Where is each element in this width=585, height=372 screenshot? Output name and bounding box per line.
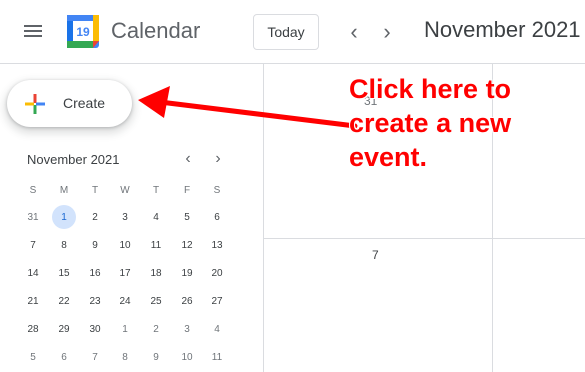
mini-calendar-day[interactable]: 8 (52, 233, 76, 257)
mini-calendar-title: November 2021 (27, 152, 120, 167)
mini-calendar-day[interactable]: 22 (52, 289, 76, 313)
mini-calendar-day[interactable]: 16 (83, 261, 107, 285)
weekday-label: S (213, 184, 221, 196)
chevron-left-icon[interactable]: ‹ (344, 20, 364, 44)
mini-calendar-day[interactable]: 24 (113, 289, 137, 313)
plus-icon (25, 94, 45, 114)
mini-calendar-day[interactable]: 2 (144, 317, 168, 341)
annotation-callout: Click here to create a new event. (349, 74, 512, 172)
calendar-logo-icon: 19 (67, 15, 99, 48)
month-title: November 2021 (424, 17, 581, 42)
menu-icon[interactable] (22, 22, 44, 42)
mini-calendar-day[interactable]: 14 (21, 261, 45, 285)
mini-calendar-day[interactable]: 28 (21, 317, 45, 341)
mini-calendar-day[interactable]: 11 (205, 345, 229, 369)
mini-calendar-day[interactable]: 1 (113, 317, 137, 341)
mini-calendar-day[interactable]: 27 (205, 289, 229, 313)
mini-calendar-day[interactable]: 13 (205, 233, 229, 257)
chevron-right-icon[interactable]: › (377, 20, 397, 44)
mini-calendar-day[interactable]: 5 (21, 345, 45, 369)
mini-calendar-day[interactable]: 26 (175, 289, 199, 313)
weekday-label: F (183, 184, 191, 196)
mini-calendar-day[interactable]: 21 (21, 289, 45, 313)
mini-calendar-day[interactable]: 12 (175, 233, 199, 257)
weekday-label: S (29, 184, 37, 196)
mini-calendar-day[interactable]: 30 (83, 317, 107, 341)
mini-prev-month-icon[interactable]: ‹ (180, 150, 196, 168)
mini-calendar-day[interactable]: 5 (175, 205, 199, 229)
mini-calendar-day[interactable]: 17 (113, 261, 137, 285)
mini-calendar-day[interactable]: 10 (175, 345, 199, 369)
create-button[interactable]: Create (7, 80, 132, 127)
mini-calendar-day-selected[interactable]: 1 (52, 205, 76, 229)
mini-calendar-day[interactable]: 9 (83, 233, 107, 257)
mini-calendar-day[interactable]: 3 (175, 317, 199, 341)
annotation-arrow (138, 86, 358, 129)
weekday-label: W (120, 184, 130, 196)
mini-calendar-day[interactable]: 7 (21, 233, 45, 257)
mini-calendar-day[interactable]: 8 (113, 345, 137, 369)
weekday-label: T (91, 184, 99, 196)
mini-next-month-icon[interactable]: › (210, 150, 226, 168)
mini-calendar-day[interactable]: 10 (113, 233, 137, 257)
mini-calendar-day[interactable]: 2 (83, 205, 107, 229)
mini-calendar-day[interactable]: 6 (205, 205, 229, 229)
mini-calendar-day[interactable]: 4 (205, 317, 229, 341)
mini-calendar-day[interactable]: 4 (144, 205, 168, 229)
today-button[interactable]: Today (253, 14, 319, 50)
grid-cell-day-number[interactable]: 7 (372, 248, 379, 262)
mini-calendar-day[interactable]: 11 (144, 233, 168, 257)
mini-calendar-day[interactable]: 6 (52, 345, 76, 369)
mini-calendar-day[interactable]: 25 (144, 289, 168, 313)
create-button-label: Create (63, 95, 106, 111)
weekday-label: T (152, 184, 160, 196)
mini-calendar-day[interactable]: 20 (205, 261, 229, 285)
app-title: Calendar (111, 18, 201, 43)
logo-number: 19 (76, 25, 90, 39)
grid-divider (263, 238, 585, 239)
mini-calendar-day[interactable]: 29 (52, 317, 76, 341)
mini-calendar-day[interactable]: 3 (113, 205, 137, 229)
mini-calendar-day[interactable]: 7 (83, 345, 107, 369)
weekday-label: M (59, 184, 69, 196)
mini-calendar-day[interactable]: 31 (21, 205, 45, 229)
mini-calendar-day[interactable]: 15 (52, 261, 76, 285)
mini-calendar-day[interactable]: 19 (175, 261, 199, 285)
mini-calendar-day[interactable]: 9 (144, 345, 168, 369)
mini-calendar-day[interactable]: 23 (83, 289, 107, 313)
mini-calendar-day[interactable]: 18 (144, 261, 168, 285)
